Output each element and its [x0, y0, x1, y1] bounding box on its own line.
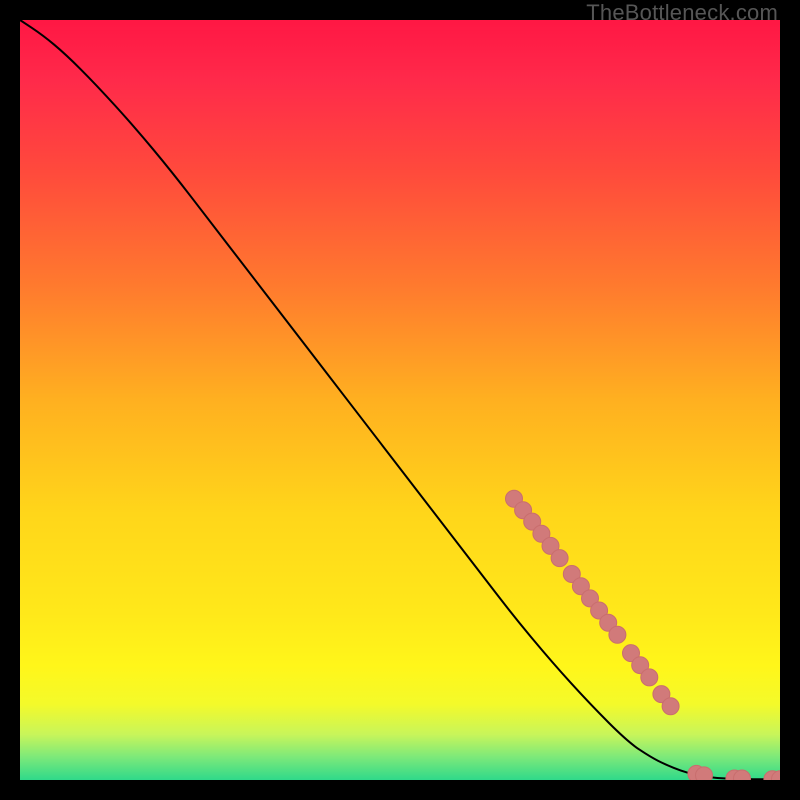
bottleneck-chart — [20, 20, 780, 780]
data-point-marker — [609, 626, 626, 643]
data-point-marker — [551, 550, 568, 567]
data-point-marker — [662, 698, 679, 715]
data-point-marker — [696, 767, 713, 780]
chart-background — [20, 20, 780, 780]
data-point-marker — [641, 669, 658, 686]
chart-root: TheBottleneck.com — [0, 0, 800, 800]
